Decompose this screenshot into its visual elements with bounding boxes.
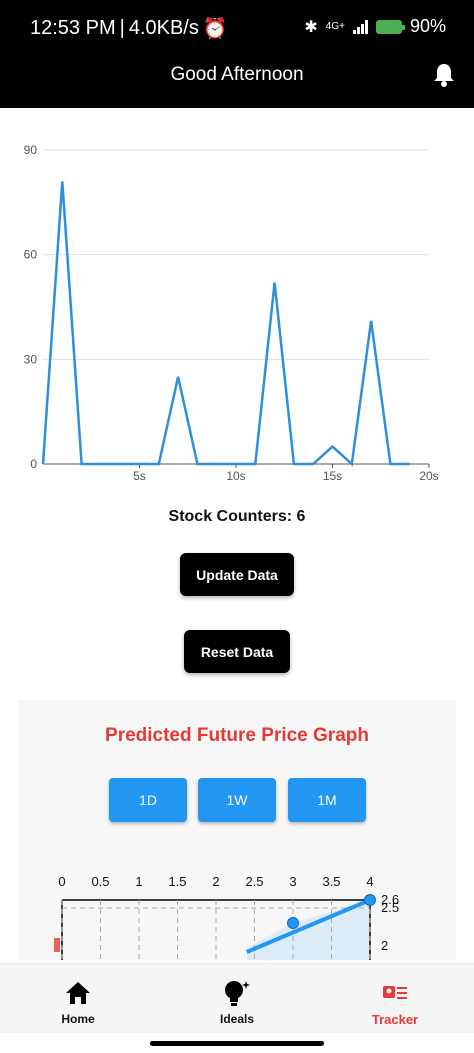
page-title: Good Afternoon — [170, 64, 304, 85]
reset-data-button[interactable]: Reset Data — [184, 630, 290, 673]
prediction-point — [364, 894, 376, 906]
battery-level: 90% — [409, 16, 446, 36]
network-type: 4G+ — [325, 21, 345, 32]
x-tick-label: 20s — [419, 469, 438, 483]
y-tick-label: 90 — [24, 143, 38, 157]
prediction-title: Predicted Future Price Graph — [105, 725, 369, 746]
status-left: 12:53 PM | 4.0KB/s ⏰ — [30, 16, 228, 41]
nav-label-ideals: Ideals — [219, 1012, 255, 1026]
x-tick-label: 15s — [323, 469, 342, 483]
x-tick-label: 2.5 — [245, 874, 263, 889]
range-button-1d[interactable]: 1D — [109, 778, 187, 822]
x-tick-label: 3.5 — [322, 874, 340, 889]
stock-counter-label: Stock Counters: 6 — [168, 508, 306, 525]
y-tick-label: 30 — [24, 352, 38, 366]
update-data-button[interactable]: Update Data — [180, 553, 294, 596]
nav-label-home: Home — [61, 1012, 95, 1026]
nav-label-tracker: Tracker — [371, 1012, 419, 1027]
x-tick-label: 1.5 — [168, 874, 186, 889]
y-tick-label: 2.5 — [381, 900, 399, 915]
prediction-chart: 0 0.5 1 1.5 2 2.5 3 3.5 42.62.52 — [54, 874, 399, 960]
nav-item-tracker[interactable]: Tracker — [335, 964, 455, 1034]
bottom-nav: Home Ideals Tracker — [0, 963, 474, 1033]
x-tick-label: 10s — [226, 469, 245, 483]
nav-item-ideals[interactable]: Ideals — [177, 964, 297, 1034]
app-bar: Good Afternoon — [0, 56, 474, 108]
status-bar: 12:53 PM | 4.0KB/s ⏰ ✱ 4G+ 90% — [0, 0, 474, 56]
y-tick-label: 0 — [30, 457, 37, 471]
range-button-1m[interactable]: 1M — [288, 778, 366, 822]
bell-icon[interactable] — [432, 62, 456, 88]
stock-series-line — [41, 181, 410, 467]
alarm-icon: ⏰ — [202, 18, 228, 40]
y-tick-label: 2 — [381, 938, 388, 953]
x-tick-label: 0 — [58, 874, 65, 889]
prediction-point — [287, 917, 299, 929]
x-tick-label: 1 — [135, 874, 142, 889]
lightbulb-icon — [222, 980, 252, 1006]
home-indicator — [150, 1041, 324, 1046]
status-divider: | — [119, 17, 125, 39]
stock-chart-svg: 0 30 60 90 5s 10s 15s 20s — [24, 143, 439, 483]
status-time: 12:53 PM — [30, 17, 116, 39]
status-speed: 4.0KB/s — [128, 17, 199, 39]
stock-chart: 0 30 60 90 5s 10s 15s 20s — [0, 130, 474, 490]
range-button-1w[interactable]: 1W — [198, 778, 276, 822]
prediction-card: Predicted Future Price Graph 1D 1W 1M 0 0… — [18, 700, 456, 960]
signal-icon — [352, 19, 368, 34]
nav-item-home[interactable]: Home — [18, 964, 138, 1034]
bluetooth-icon: ✱ — [304, 18, 318, 36]
x-tick-label: 0.5 — [91, 874, 109, 889]
tracker-icon — [382, 980, 408, 1006]
x-tick-label: 2 — [212, 874, 219, 889]
x-tick-label: 4 — [366, 874, 373, 889]
y-axis-label-fragment — [54, 938, 60, 952]
x-tick-label: 3 — [289, 874, 296, 889]
battery-icon — [375, 19, 405, 34]
x-tick-label: 5s — [133, 469, 146, 483]
status-right: ✱ 4G+ 90% — [304, 16, 446, 37]
home-icon — [65, 980, 91, 1006]
y-tick-label: 60 — [24, 248, 38, 262]
